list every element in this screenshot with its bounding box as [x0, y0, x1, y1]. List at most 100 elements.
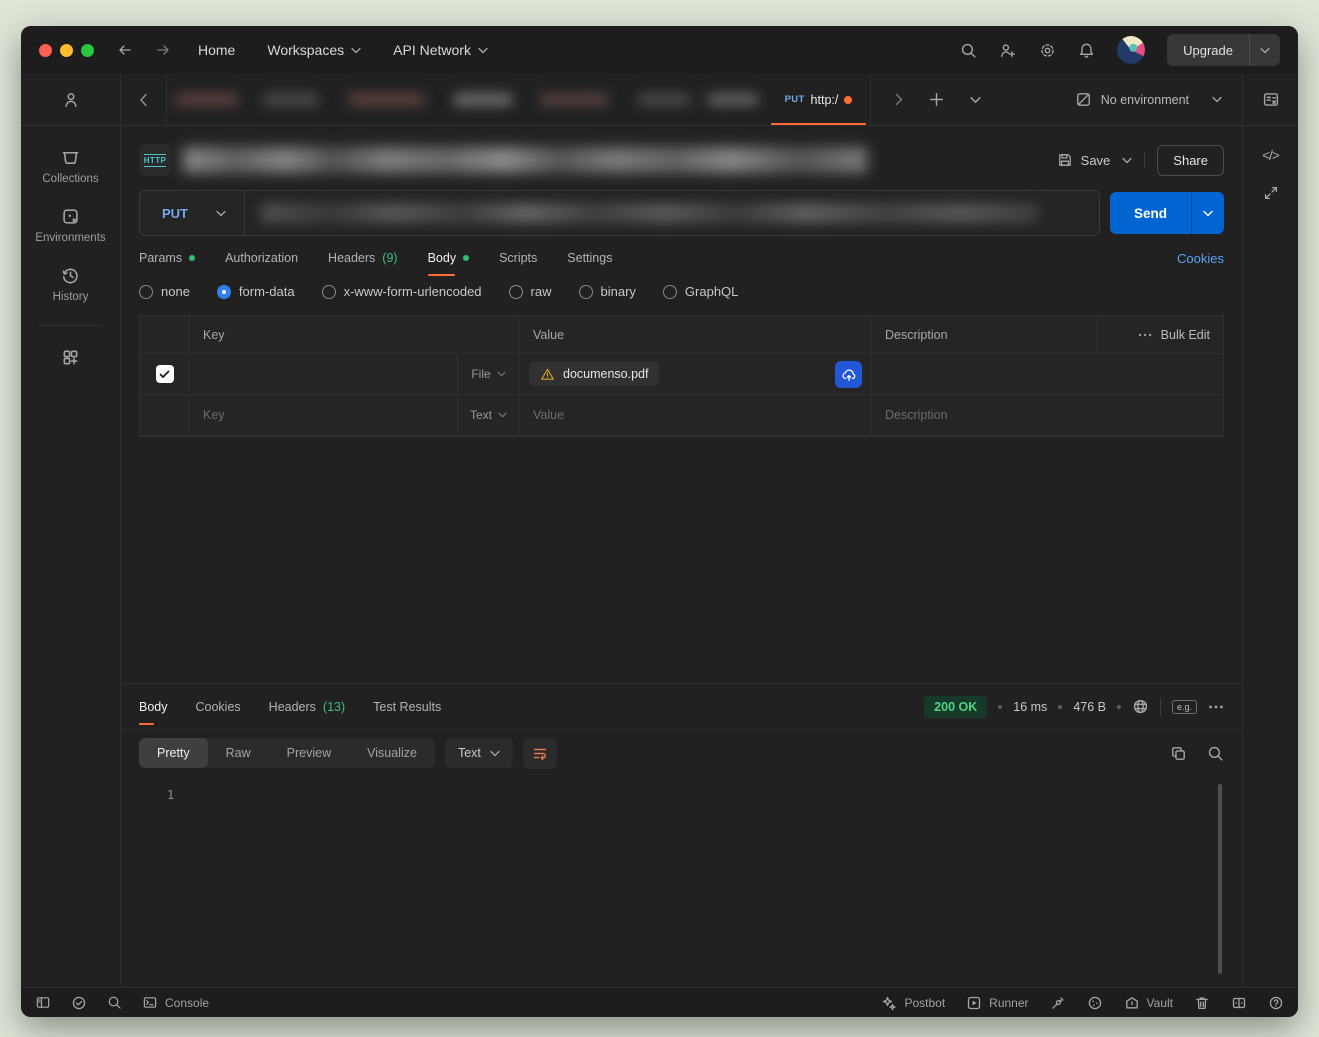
user-avatar[interactable]: [1117, 36, 1145, 64]
sidebar-configure-tools-button[interactable]: [61, 348, 80, 367]
view-raw[interactable]: Raw: [208, 738, 269, 768]
notifications-bell-icon[interactable]: [1078, 42, 1095, 59]
selected-file-chip[interactable]: documenso.pdf: [529, 362, 659, 386]
row-checkbox[interactable]: [156, 365, 174, 383]
value-type-label: Text: [470, 408, 492, 422]
nav-api-network[interactable]: API Network: [393, 42, 488, 58]
vertical-scrollbar[interactable]: [1218, 784, 1222, 974]
status-check-button[interactable]: [71, 995, 87, 1011]
tab-settings[interactable]: Settings: [567, 236, 612, 280]
description-input-cell[interactable]: [872, 354, 1223, 395]
key-input-cell[interactable]: [190, 354, 458, 395]
collapse-expand-icon[interactable]: [1263, 185, 1279, 201]
tab-scripts[interactable]: Scripts: [499, 236, 537, 280]
two-pane-view-button[interactable]: [1231, 995, 1247, 1011]
response-body-viewer[interactable]: 1: [121, 776, 1242, 987]
nav-workspaces[interactable]: Workspaces: [267, 42, 361, 58]
radio-form-data[interactable]: form-data: [217, 284, 295, 299]
environment-selector[interactable]: No environment: [1075, 74, 1242, 125]
active-request-tab[interactable]: PUT http:/: [767, 74, 871, 125]
bulk-edit-button[interactable]: Bulk Edit: [1097, 316, 1223, 354]
settings-gear-icon[interactable]: [1039, 42, 1056, 59]
radio-x-www-form-urlencoded[interactable]: x-www-form-urlencoded: [322, 284, 482, 299]
method-selector[interactable]: PUT: [140, 191, 245, 235]
nav-home[interactable]: Home: [198, 42, 235, 58]
sidebar-item-environments[interactable]: Environments: [35, 207, 105, 244]
zoom-window-button[interactable]: [81, 44, 94, 57]
more-options-icon[interactable]: [1208, 705, 1224, 709]
runner-button[interactable]: Runner: [966, 995, 1028, 1011]
response-tab-body[interactable]: Body: [139, 684, 168, 729]
view-visualize[interactable]: Visualize: [349, 738, 435, 768]
upgrade-chevron-icon[interactable]: [1250, 34, 1280, 66]
response-tab-cookies[interactable]: Cookies: [196, 684, 241, 729]
chevron-left-icon: [139, 93, 148, 107]
new-tab-plus-icon[interactable]: [929, 92, 944, 107]
environment-quick-look-icon[interactable]: [1262, 91, 1280, 108]
close-window-button[interactable]: [39, 44, 52, 57]
tabs-scroll-right-button[interactable]: [895, 93, 903, 106]
tabs-scroll-left-button[interactable]: [121, 74, 167, 125]
send-button[interactable]: Send: [1110, 192, 1224, 234]
key-input-cell[interactable]: Key: [190, 395, 458, 436]
response-tab-headers[interactable]: Headers(13): [269, 684, 345, 729]
tab-body[interactable]: Body: [428, 236, 470, 280]
radio-binary[interactable]: binary: [579, 284, 636, 299]
send-options-chevron-icon[interactable]: [1192, 192, 1224, 234]
upload-file-button[interactable]: [835, 361, 862, 388]
response-time[interactable]: 16 ms: [1013, 700, 1047, 714]
code-snippet-icon[interactable]: </>: [1262, 148, 1279, 163]
radio-raw[interactable]: raw: [509, 284, 552, 299]
value-type-selector[interactable]: File: [458, 354, 520, 395]
headers-count: (13): [323, 700, 345, 714]
forward-icon[interactable]: [155, 42, 172, 58]
view-pretty[interactable]: Pretty: [139, 738, 208, 768]
invite-user-icon[interactable]: [999, 42, 1017, 59]
back-icon[interactable]: [116, 42, 133, 58]
upgrade-button[interactable]: Upgrade: [1167, 34, 1280, 66]
response-tab-test-results[interactable]: Test Results: [373, 684, 441, 729]
tab-authorization[interactable]: Authorization: [225, 236, 298, 280]
row-checkbox-cell[interactable]: [140, 395, 190, 436]
tab-headers[interactable]: Headers(9): [328, 236, 398, 280]
save-options-chevron-icon[interactable]: [1122, 157, 1132, 164]
response-format-selector[interactable]: Text: [445, 738, 513, 768]
console-icon: [142, 995, 158, 1010]
toggle-sidebar-button[interactable]: [35, 995, 51, 1010]
help-button[interactable]: [1268, 995, 1284, 1011]
key-column-header: Key: [190, 316, 520, 354]
value-input-cell[interactable]: Value: [520, 395, 872, 436]
tab-params[interactable]: Params: [139, 236, 195, 280]
console-button[interactable]: Console: [142, 995, 209, 1010]
value-type-selector[interactable]: Text: [458, 395, 520, 436]
search-icon[interactable]: [960, 42, 977, 59]
sidebar-item-history[interactable]: History: [53, 266, 89, 303]
copy-icon[interactable]: [1170, 745, 1187, 762]
response-size[interactable]: 476 B: [1073, 700, 1106, 714]
minimize-window-button[interactable]: [60, 44, 73, 57]
search-response-icon[interactable]: [1207, 745, 1224, 762]
postbot-button[interactable]: Postbot: [881, 995, 945, 1011]
network-globe-icon[interactable]: [1132, 698, 1149, 715]
blurred-request-name[interactable]: [183, 147, 867, 173]
cookies-button[interactable]: [1087, 995, 1103, 1011]
profile-icon[interactable]: [62, 91, 80, 109]
blurred-request-tabs[interactable]: [167, 74, 767, 125]
tab-options-chevron-icon[interactable]: [970, 96, 981, 104]
status-badge[interactable]: 200 OK: [924, 696, 987, 718]
save-as-example-icon[interactable]: e.g.: [1172, 700, 1197, 714]
blurred-url-input[interactable]: [261, 203, 1039, 223]
share-button[interactable]: Share: [1157, 145, 1224, 176]
description-input-cell[interactable]: Description: [872, 395, 1223, 436]
save-button[interactable]: Save: [1057, 152, 1111, 168]
radio-none[interactable]: none: [139, 284, 190, 299]
trash-button[interactable]: [1194, 995, 1210, 1011]
capture-requests-button[interactable]: [1050, 995, 1066, 1011]
sidebar-item-collections[interactable]: Collections: [42, 148, 98, 185]
cookies-link[interactable]: Cookies: [1177, 251, 1224, 266]
find-button[interactable]: [107, 995, 122, 1010]
view-preview[interactable]: Preview: [269, 738, 349, 768]
radio-graphql[interactable]: GraphQL: [663, 284, 738, 299]
wrap-lines-button[interactable]: [523, 738, 557, 769]
vault-button[interactable]: Vault: [1124, 995, 1173, 1011]
